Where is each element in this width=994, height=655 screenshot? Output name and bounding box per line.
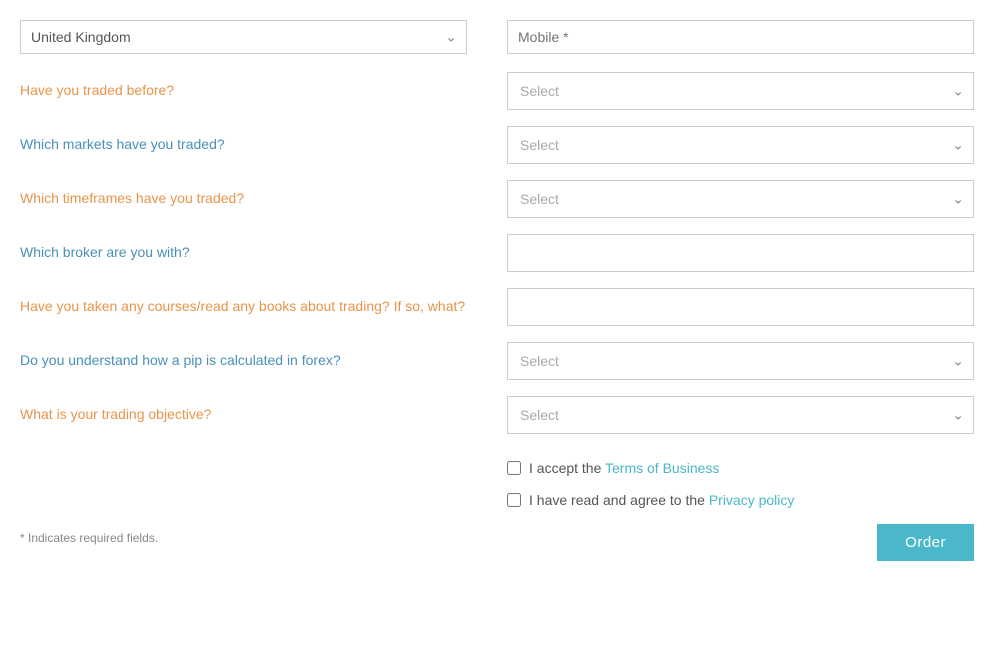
timeframes-traded-select[interactable]: Select [507,180,974,218]
country-phone-select[interactable]: United Kingdom [20,20,467,54]
traded-before-select[interactable]: Select [507,72,974,110]
privacy-policy-link[interactable]: Privacy policy [709,492,795,508]
privacy-label: I have read and agree to the Privacy pol… [529,492,794,508]
terms-of-business-link[interactable]: Terms of Business [605,460,719,476]
question-timeframes-traded: Which timeframes have you traded? [20,177,497,221]
order-button[interactable]: Order [877,524,974,561]
privacy-checkbox[interactable] [507,493,521,507]
required-fields-note: * Indicates required fields. [20,531,158,545]
courses-books-input[interactable] [507,288,974,326]
privacy-checkbox-row: I have read and agree to the Privacy pol… [507,484,974,516]
trading-objective-select[interactable]: Select [507,396,974,434]
terms-checkbox[interactable] [507,461,521,475]
mobile-input[interactable] [507,20,974,54]
question-traded-before: Have you traded before? [20,69,497,113]
terms-checkbox-row: I accept the Terms of Business [507,452,974,484]
pip-calculation-select[interactable]: Select [507,342,974,380]
markets-traded-select[interactable]: Select [507,126,974,164]
terms-label: I accept the Terms of Business [529,460,719,476]
question-markets-traded: Which markets have you traded? [20,123,497,167]
question-courses-books: Have you taken any courses/read any book… [20,285,497,329]
question-pip-calculation: Do you understand how a pip is calculate… [20,339,497,383]
question-trading-objective: What is your trading objective? [20,393,497,437]
broker-input[interactable] [507,234,974,272]
question-broker: Which broker are you with? [20,231,497,275]
